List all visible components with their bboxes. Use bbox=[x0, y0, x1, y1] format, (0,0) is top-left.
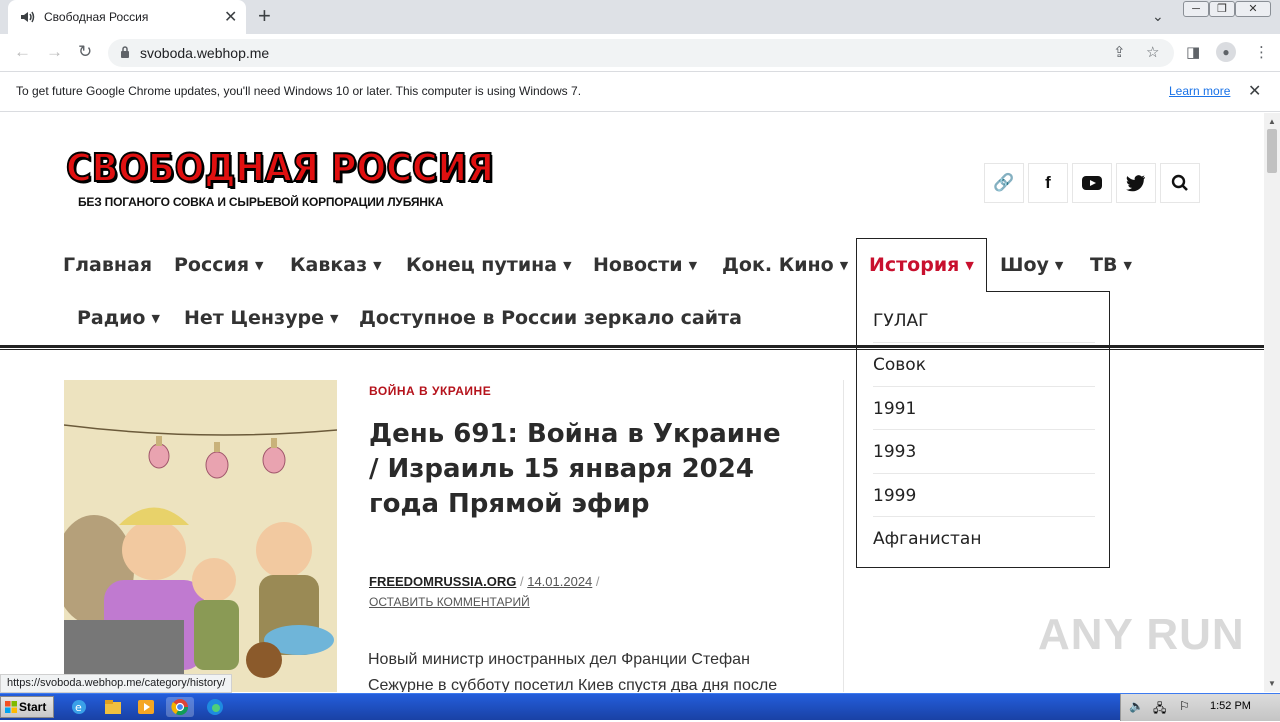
chevron-down-icon: ▼ bbox=[688, 259, 698, 272]
page-scrollbar[interactable]: ▲ ▼ bbox=[1264, 113, 1280, 692]
site-logo[interactable]: СВОБОДНАЯ РОССИЯ БЕЗ ПОГАНОГО СОВКА И СЫ… bbox=[65, 145, 518, 216]
chevron-down-icon: ▼ bbox=[1054, 259, 1064, 272]
article-thumbnail[interactable] bbox=[64, 380, 337, 692]
dropdown-item-afghanistan[interactable]: Афганистан bbox=[873, 529, 1095, 549]
header-divider-thin bbox=[0, 349, 1264, 350]
dropdown-item-1999[interactable]: 1999 bbox=[873, 486, 1095, 506]
logo-subtitle: БЕЗ ПОГАНОГО СОВКА И СЫРЬЕВОЙ КОРПОРАЦИИ… bbox=[78, 195, 444, 209]
nav-item-mirror[interactable]: Доступное в России зеркало сайта bbox=[359, 307, 742, 329]
network-icon[interactable]: 🖧 bbox=[1153, 699, 1166, 720]
article-meta: FREEDOMRUSSIA.ORG / 14.01.2024 / bbox=[369, 574, 600, 589]
tab-close-icon[interactable]: ✕ bbox=[224, 7, 237, 27]
chevron-down-icon: ▼ bbox=[373, 259, 382, 272]
url-text: svoboda.webhop.me bbox=[140, 45, 270, 61]
dropdown-item-1991[interactable]: 1991 bbox=[873, 399, 1095, 419]
dropdown-item-sovok[interactable]: Совок bbox=[873, 355, 1095, 375]
profile-avatar-icon[interactable]: ● bbox=[1216, 42, 1236, 62]
youtube-icon[interactable] bbox=[1072, 163, 1112, 203]
lock-icon bbox=[121, 46, 129, 58]
infobar-close-icon[interactable]: ✕ bbox=[1248, 81, 1261, 101]
nav-item-home[interactable]: Главная bbox=[63, 254, 152, 276]
clock[interactable]: 1:52 PM bbox=[1210, 700, 1251, 712]
logo-title: СВОБОДНАЯ РОССИЯ bbox=[65, 145, 495, 191]
edge-icon[interactable] bbox=[204, 697, 226, 717]
scroll-thumb bbox=[1267, 129, 1277, 173]
header-divider bbox=[0, 345, 1264, 348]
nav-item-doc-films[interactable]: Док. Кино ▼ bbox=[722, 254, 848, 276]
chevron-down-icon: ▼ bbox=[839, 259, 849, 272]
status-url: https://svoboda.webhop.me/category/histo… bbox=[0, 674, 233, 693]
chevron-down-icon: ▼ bbox=[329, 312, 339, 325]
svg-text:e: e bbox=[75, 701, 82, 714]
nav-item-tv[interactable]: ТВ ▼ bbox=[1090, 254, 1132, 276]
chevron-down-icon: ▼ bbox=[255, 259, 264, 272]
browser-tab[interactable]: Свободная Россия ✕ bbox=[8, 0, 246, 34]
address-bar[interactable]: svoboda.webhop.me bbox=[108, 39, 1174, 67]
dropdown-item-gulag[interactable]: ГУЛАГ bbox=[873, 311, 1095, 331]
anyrun-watermark: ANY RUN bbox=[1038, 610, 1245, 659]
chevron-down-icon: ▼ bbox=[1123, 259, 1132, 272]
scroll-up-icon: ▲ bbox=[1268, 117, 1276, 126]
chevron-down-icon: ▼ bbox=[151, 312, 160, 325]
tab-title: Свободная Россия bbox=[44, 10, 149, 24]
dropdown-joint bbox=[857, 290, 986, 293]
nav-item-history[interactable]: История ▼ bbox=[869, 254, 974, 276]
nav-item-news[interactable]: Новости ▼ bbox=[593, 254, 697, 276]
back-icon[interactable]: ← bbox=[14, 42, 31, 62]
nav-item-caucasus[interactable]: Кавказ ▼ bbox=[290, 254, 382, 276]
update-infobar: To get future Google Chrome updates, you… bbox=[0, 72, 1280, 112]
minimize-button[interactable]: ─ bbox=[1183, 1, 1209, 17]
article-date[interactable]: 14.01.2024 bbox=[527, 574, 592, 589]
tab-search-icon[interactable]: ⌄ bbox=[1152, 8, 1164, 25]
audio-playing-icon bbox=[21, 11, 35, 23]
learn-more-link[interactable]: Learn more bbox=[1169, 84, 1230, 98]
action-center-flag-icon[interactable]: ⚐ bbox=[1179, 699, 1190, 713]
link-icon[interactable]: 🔗 bbox=[984, 163, 1024, 203]
nav-item-russia[interactable]: Россия ▼ bbox=[174, 254, 264, 276]
forward-icon[interactable]: → bbox=[46, 42, 63, 62]
history-dropdown-menu: ГУЛАГ Совок 1991 1993 1999 Афганистан bbox=[856, 291, 1110, 568]
twitter-icon[interactable] bbox=[1116, 163, 1156, 203]
start-button[interactable]: Start bbox=[0, 696, 54, 718]
article-category[interactable]: ВОЙНА В УКРАИНЕ bbox=[369, 384, 491, 398]
window-close-button[interactable]: ✕ bbox=[1235, 1, 1271, 17]
chevron-down-icon: ▼ bbox=[965, 259, 974, 272]
reload-icon[interactable]: ↻ bbox=[78, 42, 92, 62]
tab-strip: Свободная Россия ✕ + ⌄ ─ ❐ ✕ bbox=[0, 0, 1280, 34]
nav-item-radio[interactable]: Радио ▼ bbox=[77, 307, 160, 329]
facebook-icon[interactable]: f bbox=[1028, 163, 1068, 203]
comment-link[interactable]: ОСТАВИТЬ КОММЕНТАРИЙ bbox=[369, 595, 530, 609]
browser-toolbar: ← → ↻ svoboda.webhop.me ⇪ ☆ ◨ ● ⋮ bbox=[0, 34, 1280, 72]
windows-flag-icon bbox=[5, 701, 17, 713]
media-player-icon[interactable] bbox=[135, 697, 157, 717]
nav-item-end-putin[interactable]: Конец путина ▼ bbox=[406, 254, 572, 276]
chevron-down-icon: ▼ bbox=[563, 259, 572, 272]
new-tab-button[interactable]: + bbox=[258, 4, 271, 28]
side-panel-icon[interactable]: ◨ bbox=[1186, 43, 1200, 61]
dropdown-item-1993[interactable]: 1993 bbox=[873, 442, 1095, 462]
search-icon[interactable] bbox=[1160, 163, 1200, 203]
article-title[interactable]: День 691: Война в Украине / Израиль 15 я… bbox=[369, 417, 789, 522]
ie-icon[interactable]: e bbox=[68, 697, 90, 717]
volume-icon[interactable]: 🔈 bbox=[1129, 699, 1144, 713]
bookmark-star-icon[interactable]: ☆ bbox=[1146, 43, 1159, 61]
article-author[interactable]: FREEDOMRUSSIA.ORG bbox=[369, 574, 516, 589]
infobar-message: To get future Google Chrome updates, you… bbox=[16, 84, 582, 98]
restore-button[interactable]: ❐ bbox=[1209, 1, 1235, 17]
scroll-down-icon: ▼ bbox=[1268, 679, 1276, 688]
menu-kebab-icon[interactable]: ⋮ bbox=[1254, 43, 1269, 61]
nav-item-no-censorship[interactable]: Нет Цензуре ▼ bbox=[184, 307, 338, 329]
chrome-taskbar-button[interactable] bbox=[166, 697, 194, 717]
nav-item-show[interactable]: Шоу ▼ bbox=[1000, 254, 1063, 276]
article-excerpt: Новый министр иностранных дел Франции Ст… bbox=[368, 651, 778, 692]
system-tray: 🔈 🖧 ⚐ 1:52 PM bbox=[1120, 694, 1280, 721]
share-icon[interactable]: ⇪ bbox=[1113, 43, 1126, 61]
page-viewport: СВОБОДНАЯ РОССИЯ БЕЗ ПОГАНОГО СОВКА И СЫ… bbox=[0, 113, 1264, 692]
column-divider bbox=[843, 380, 844, 692]
windows-taskbar: Start e 🔈 🖧 ⚐ 1:52 PM bbox=[0, 693, 1280, 721]
explorer-icon[interactable] bbox=[102, 697, 124, 717]
